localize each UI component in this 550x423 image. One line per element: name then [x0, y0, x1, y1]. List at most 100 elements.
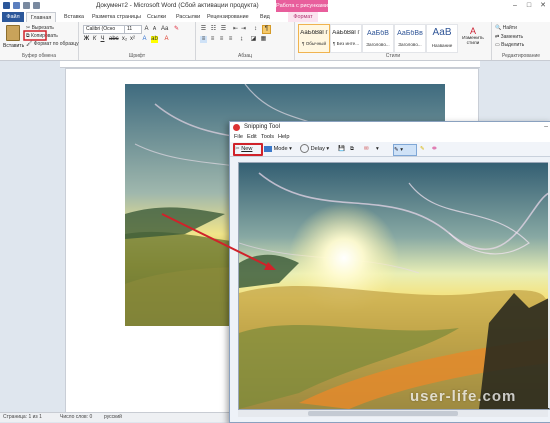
scrollbar-thumb[interactable]	[308, 411, 458, 416]
bold-icon[interactable]: Ж	[83, 36, 90, 43]
delay-button[interactable]: Delay ▾	[300, 144, 329, 154]
style-heading-2[interactable]: АаБбВв Заголово...	[394, 24, 426, 53]
ribbon: Вставить ✂ Вырезать ⧉ Копировать 🖌 Форма…	[0, 22, 550, 61]
shrink-font-icon[interactable]: A	[151, 26, 158, 33]
style-sample: АаВ	[432, 27, 452, 38]
ribbon-tabs: Файл Главная Вставка Разметка страницы С…	[0, 12, 550, 22]
tab-view[interactable]: Вид	[260, 12, 270, 22]
tab-home[interactable]: Главная	[26, 12, 56, 22]
undo-icon[interactable]	[23, 2, 30, 9]
replace-label: Заменить	[500, 34, 524, 40]
justify-icon[interactable]: ≡	[227, 36, 234, 43]
font-group-label: Шрифт	[128, 53, 146, 59]
style-name: ¶ Обычный	[301, 41, 327, 46]
menu-tools[interactable]: Tools	[261, 134, 274, 140]
replace-button[interactable]: ⇄ Заменить	[495, 34, 523, 40]
font-name-select[interactable]: Calibri (Осно	[83, 25, 125, 34]
tab-insert[interactable]: Вставка	[64, 12, 84, 22]
tab-references[interactable]: Ссылки	[147, 12, 166, 22]
new-snip-label: New	[241, 146, 253, 152]
bullets-icon[interactable]: ☰	[200, 26, 207, 33]
select-button[interactable]: ▭ Выделить	[495, 42, 524, 48]
send-dropdown-icon[interactable]: ▾	[376, 144, 379, 154]
show-marks-icon[interactable]: ¶	[262, 25, 271, 34]
close-button[interactable]: ✕	[536, 0, 550, 11]
strikethrough-icon[interactable]: abc	[109, 36, 119, 43]
send-snip-icon[interactable]: ✉	[364, 144, 369, 154]
font-color-icon[interactable]: A	[163, 36, 170, 43]
select-label: Выделить	[501, 42, 525, 48]
pen-button[interactable]: ✎ ▾	[393, 144, 417, 156]
sort-icon[interactable]: ↕	[252, 26, 259, 33]
mode-button[interactable]: Mode ▾	[264, 144, 292, 154]
word-logo-icon	[3, 2, 10, 9]
snipping-tool-window: Snipping Tool – File Edit Tools Help ✂ N…	[229, 121, 550, 423]
ruler[interactable]	[60, 61, 480, 68]
copy-snip-icon[interactable]: ⧉	[350, 144, 354, 154]
multilevel-list-icon[interactable]: ☰	[220, 26, 227, 33]
eraser-icon[interactable]: ⬬	[432, 144, 437, 154]
tab-mailings[interactable]: Рассылки	[176, 12, 200, 22]
snip-canvas[interactable]	[238, 162, 550, 410]
align-right-icon[interactable]: ≡	[218, 36, 225, 43]
font-group: Calibri (Осно 11 A A Aa ✎ Ж К Ч abc x₂ x…	[79, 22, 196, 60]
snip-minimize-button[interactable]: –	[544, 123, 548, 130]
highlighter-icon[interactable]: ✎	[420, 144, 425, 154]
minimize-button[interactable]: –	[508, 0, 522, 11]
save-snip-icon[interactable]: 💾	[338, 144, 345, 154]
style-title[interactable]: АаВ Название	[426, 24, 458, 53]
style-sample: АаБбВ	[367, 30, 389, 37]
style-sample: АаБбВвГг	[300, 30, 328, 36]
font-size-select[interactable]: 11	[124, 25, 142, 34]
paste-label: Вставить	[3, 43, 25, 49]
subscript-icon[interactable]: x₂	[121, 36, 128, 43]
borders-icon[interactable]: ▦	[260, 36, 267, 43]
align-left-icon[interactable]: ≡	[200, 36, 207, 43]
menu-file[interactable]: File	[234, 134, 243, 140]
style-no-spacing[interactable]: АаБбВвГг ¶ Без инте...	[330, 24, 362, 53]
format-painter-label: Формат по образцу	[33, 41, 79, 47]
shading-icon[interactable]: ◪	[250, 36, 257, 43]
text-effects-icon[interactable]: A	[141, 36, 148, 43]
word-count[interactable]: Число слов: 0	[60, 414, 92, 420]
format-painter-button[interactable]: 🖌 Формат по образцу	[26, 41, 79, 47]
change-case-icon[interactable]: Aa	[161, 26, 168, 33]
superscript-icon[interactable]: x²	[129, 36, 136, 43]
decrease-indent-icon[interactable]: ⇤	[232, 26, 239, 33]
delay-label: Delay	[310, 146, 325, 152]
save-icon[interactable]	[13, 2, 20, 9]
numbering-icon[interactable]: ☷	[210, 26, 217, 33]
redo-icon[interactable]	[33, 2, 40, 9]
copy-button[interactable]: ⧉ Копировать	[26, 33, 58, 39]
menu-help[interactable]: Help	[278, 134, 290, 140]
window-title: Документ2 - Microsoft Word (Сбой активац…	[96, 2, 259, 9]
style-heading-1[interactable]: АаБбВ Заголово...	[362, 24, 394, 53]
cut-button[interactable]: ✂ Вырезать	[26, 25, 54, 31]
underline-icon[interactable]: Ч	[99, 36, 106, 43]
increase-indent-icon[interactable]: ⇥	[240, 26, 247, 33]
change-styles-button[interactable]: A Изменить стили	[459, 26, 487, 46]
menu-edit[interactable]: Edit	[247, 134, 257, 140]
find-button[interactable]: 🔍 Найти	[495, 25, 517, 31]
style-normal[interactable]: АаБбВвГг ¶ Обычный	[298, 24, 330, 53]
tab-page-layout[interactable]: Разметка страницы	[92, 12, 141, 22]
new-snip-button[interactable]: ✂ New	[233, 143, 263, 156]
line-spacing-icon[interactable]: ↨	[238, 36, 245, 43]
grow-font-icon[interactable]: A	[143, 26, 150, 33]
tab-format[interactable]: Формат	[288, 12, 318, 22]
italic-icon[interactable]: К	[91, 36, 98, 43]
paste-button[interactable]: Вставить	[3, 25, 25, 51]
language-indicator[interactable]: русский	[104, 414, 122, 420]
watermark: user-life.com	[410, 388, 517, 405]
tab-file[interactable]: Файл	[2, 12, 24, 22]
clear-format-icon[interactable]: ✎	[173, 26, 180, 33]
picture-tools-header: Работа с рисунками	[276, 0, 328, 12]
mode-icon	[264, 145, 272, 152]
page-count[interactable]: Страница: 1 из 1	[3, 414, 42, 420]
maximize-button[interactable]: □	[522, 0, 536, 11]
highlight-icon[interactable]: ab	[151, 36, 158, 43]
align-center-icon[interactable]: ≡	[209, 36, 216, 43]
horizontal-scrollbar[interactable]	[238, 410, 548, 417]
style-name: ¶ Без инте...	[332, 41, 360, 46]
tab-review[interactable]: Рецензирование	[207, 12, 249, 22]
